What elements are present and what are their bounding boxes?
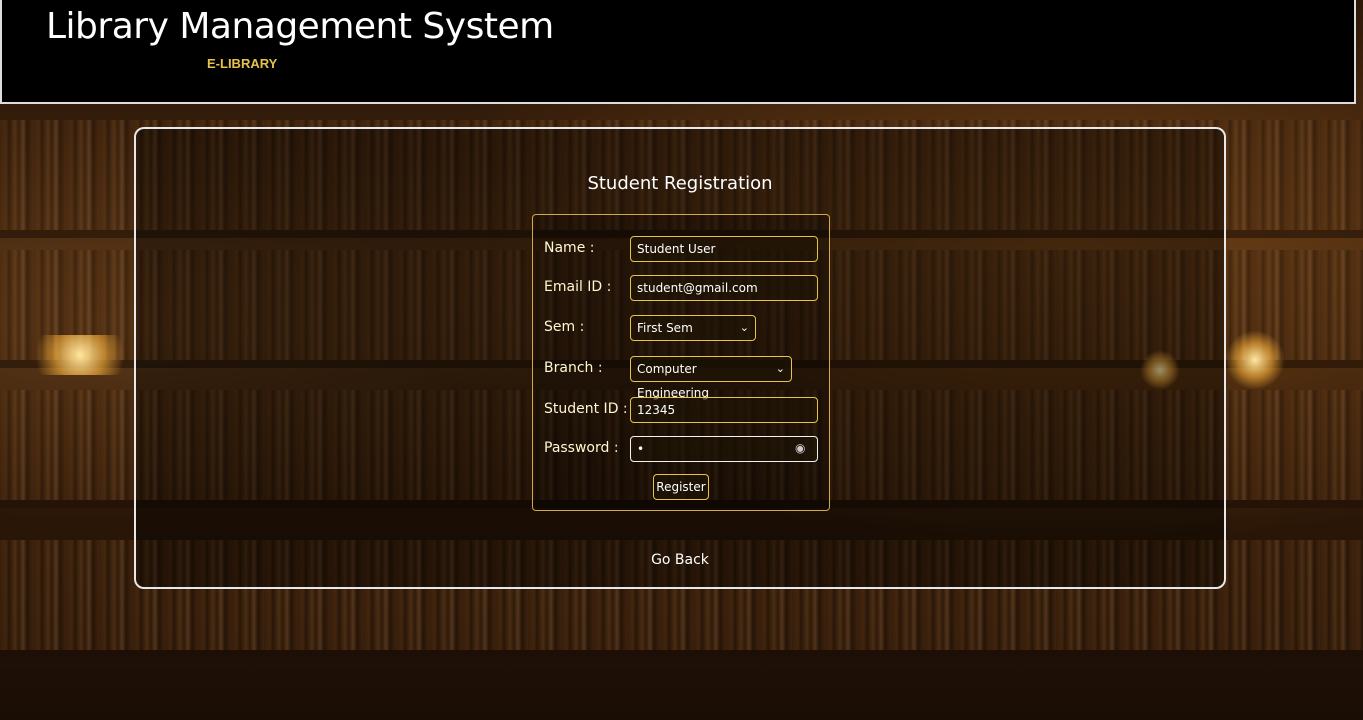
name-field[interactable] xyxy=(630,236,818,262)
email-field[interactable] xyxy=(630,275,818,301)
password-row: Password : • ◉ xyxy=(533,436,829,462)
branch-row: Branch : Computer Engineering ⌄ xyxy=(533,356,829,400)
student-id-field[interactable] xyxy=(630,397,818,423)
password-label: Password : xyxy=(544,440,619,456)
student-id-row: Student ID : xyxy=(533,397,829,423)
name-row: Name : xyxy=(533,236,829,262)
register-button[interactable]: Register xyxy=(653,474,709,500)
sem-label: Sem : xyxy=(544,319,585,335)
app-header: Library Management System E-LIBRARY xyxy=(0,0,1356,104)
chevron-down-icon: ⌄ xyxy=(775,362,785,375)
go-back-link[interactable]: Go Back xyxy=(136,552,1224,568)
app-title: Library Management System xyxy=(46,6,554,47)
sem-select[interactable]: First Sem ⌄ xyxy=(630,315,756,341)
sem-row: Sem : First Sem ⌄ xyxy=(533,315,829,341)
email-row: Email ID : xyxy=(533,275,829,301)
branch-select-value: Computer Engineering xyxy=(637,362,709,400)
eye-icon[interactable]: ◉ xyxy=(795,441,809,455)
registration-form: Name : Email ID : Sem : First Sem ⌄ Bran… xyxy=(532,214,830,511)
sem-select-value: First Sem xyxy=(637,321,693,335)
student-id-label: Student ID : xyxy=(544,401,628,417)
password-field[interactable]: • ◉ xyxy=(630,436,818,462)
branch-label: Branch : xyxy=(544,360,603,376)
chevron-down-icon: ⌄ xyxy=(739,321,749,334)
password-value: • xyxy=(637,442,645,456)
name-label: Name : xyxy=(544,240,595,256)
branch-select[interactable]: Computer Engineering ⌄ xyxy=(630,356,792,400)
registration-panel: Student Registration Name : Email ID : S… xyxy=(134,127,1226,589)
email-label: Email ID : xyxy=(544,279,612,295)
app-subtitle: E-LIBRARY xyxy=(207,56,278,71)
page-title: Student Registration xyxy=(587,173,773,194)
